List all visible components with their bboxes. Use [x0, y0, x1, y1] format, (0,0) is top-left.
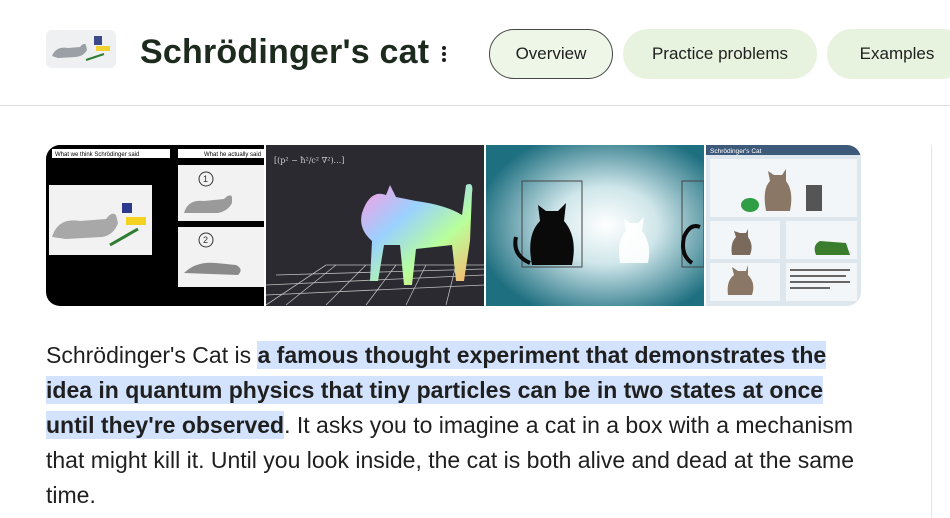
infographic-title: Schrödinger's Cat — [710, 148, 762, 155]
comic-caption-left: What we think Schrödinger said — [55, 152, 139, 158]
comic-marker-2: 2 — [203, 235, 208, 245]
page-title: Schrödinger's cat — [140, 33, 430, 71]
image-rainbow-cat[interactable]: [(p² − ħ²/c² ∇²)...] — [266, 145, 484, 306]
tab-overview[interactable]: Overview — [489, 29, 613, 79]
comic-caption-right: What he actually said — [204, 152, 261, 158]
tab-examples[interactable]: Examples — [827, 29, 950, 79]
equation-text: [(p² − ħ²/c² ∇²)...] — [274, 156, 344, 165]
overview-paragraph: Schrödinger's Cat is a famous thought ex… — [46, 338, 866, 513]
comic-marker-1: 1 — [203, 174, 208, 184]
image-infographic[interactable]: Schrödinger's Cat — [706, 145, 861, 306]
paragraph-lead: Schrödinger's Cat is — [46, 342, 258, 368]
image-strip: What we think Schrödinger said What he a… — [46, 145, 861, 306]
image-comic[interactable]: What we think Schrödinger said What he a… — [46, 145, 264, 306]
topic-thumbnail[interactable] — [46, 30, 116, 68]
image-superposition-cats[interactable] — [486, 145, 704, 306]
side-divider — [931, 145, 932, 518]
knowledge-header: Schrödinger's cat Overview Practice prob… — [0, 0, 950, 106]
more-vert-icon[interactable] — [436, 40, 452, 68]
tab-practice-problems[interactable]: Practice problems — [623, 29, 817, 79]
